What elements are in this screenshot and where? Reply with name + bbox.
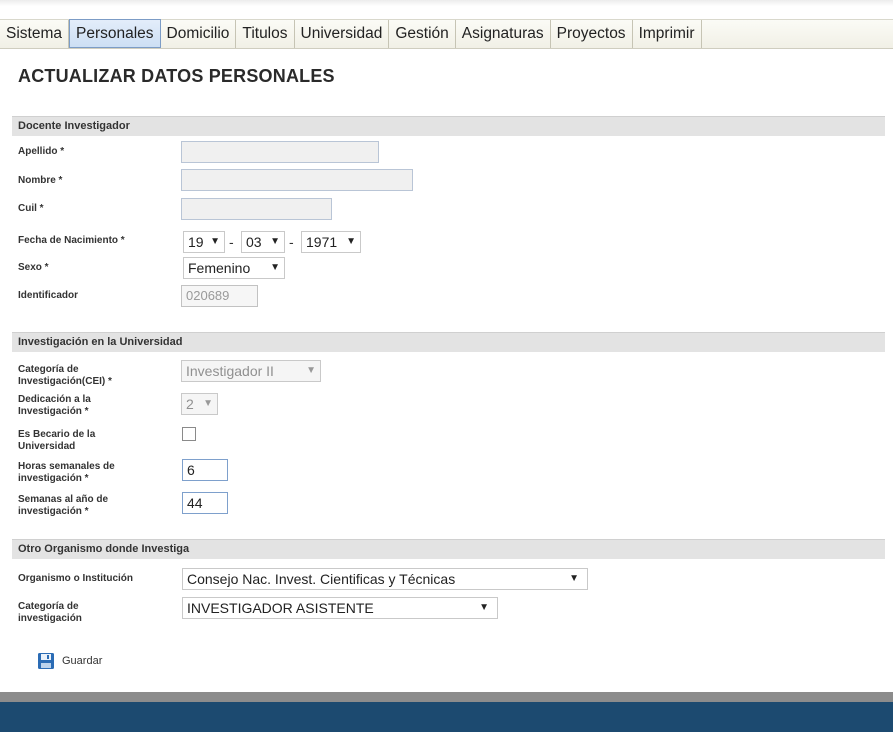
fecha-nacimiento-label: Fecha de Nacimiento * [18,235,125,246]
sexo-value: Femenino [188,260,251,276]
section-header-docente: Docente Investigador [12,116,885,136]
horas-label-line2: investigación * [18,473,89,484]
cuil-label: Cuil * [18,203,44,214]
main-tabbar: Sistema Personales Domicilio Titulos Uni… [0,19,893,49]
tab-imprimir[interactable]: Imprimir [633,20,702,48]
birth-day-value: 19 [188,234,204,250]
semanas-label-line2: investigación * [18,506,89,517]
categoria-cei-value: Investigador II [186,363,274,379]
categoria-investigacion-select[interactable]: INVESTIGADOR ASISTENTE ▼ [182,597,498,619]
dedicacion-label-line2: Investigación * [18,406,89,417]
chevron-down-icon: ▼ [346,236,356,247]
nombre-label: Nombre * [18,175,63,186]
birth-day-select[interactable]: 19 ▼ [183,231,225,253]
birth-month-value: 03 [246,234,262,250]
categoria-cei-label-line2: Investigación(CEI) * [18,376,112,387]
date-separator: - [229,234,234,250]
section-header-universidad: Investigación en la Universidad [12,332,885,352]
organismo-label: Organismo o Institución [18,573,134,584]
categoria-cei-select[interactable]: Investigador II ▼ [181,360,321,382]
categoria-cei-label: Categoría de Investigación(CEI) * [18,364,112,388]
sexo-select[interactable]: Femenino ▼ [183,257,285,279]
categoria-inv-label-line1: Categoría de [18,601,79,612]
top-edge [0,0,893,6]
tab-titulos[interactable]: Titulos [236,20,295,48]
floppy-disk-icon [38,653,54,669]
save-button[interactable]: Guardar [37,651,102,671]
horas-label-line1: Horas semanales de [18,461,115,472]
becario-label-line1: Es Becario de la [18,429,96,440]
tab-asignaturas[interactable]: Asignaturas [456,20,551,48]
becario-label: Es Becario de la Universidad [18,429,95,453]
chevron-down-icon: ▼ [203,398,213,409]
tab-sistema[interactable]: Sistema [0,20,69,48]
horas-semanales-input[interactable]: 6 [182,459,228,481]
section-header-otro-organismo: Otro Organismo donde Investiga [12,539,885,559]
chevron-down-icon: ▼ [270,236,280,247]
save-label: Guardar [62,655,103,667]
becario-checkbox[interactable] [182,427,196,441]
becario-label-line2: Universidad [18,441,76,452]
page-title: ACTUALIZAR DATOS PERSONALES [18,66,335,86]
tab-domicilio[interactable]: Domicilio [161,20,237,48]
organismo-select[interactable]: Consejo Nac. Invest. Cientificas y Técni… [182,568,588,590]
semanas-label-line1: Semanas al año de [18,494,109,505]
footer-bar [0,702,893,732]
date-separator: - [289,234,294,250]
birth-month-select[interactable]: 03 ▼ [241,231,285,253]
chevron-down-icon: ▼ [569,573,579,584]
tab-personales[interactable]: Personales [69,19,161,48]
birth-year-select[interactable]: 1971 ▼ [301,231,361,253]
categoria-inv-label-line2: investigación [18,613,82,624]
tab-proyectos[interactable]: Proyectos [551,20,633,48]
nombre-field[interactable] [181,169,413,191]
categoria-investigacion-value: INVESTIGADOR ASISTENTE [187,600,374,616]
organismo-value: Consejo Nac. Invest. Cientificas y Técni… [187,571,456,587]
chevron-down-icon: ▼ [479,602,489,613]
identificador-label: Identificador [18,290,79,301]
cuil-field[interactable] [181,198,332,220]
identificador-field: 020689 [181,285,258,307]
apellido-label: Apellido * [18,146,65,157]
dedicacion-label-line1: Dedicación a la [18,394,91,405]
horas-semanales-label: Horas semanales de investigación * [18,461,115,485]
sexo-label: Sexo * [18,262,49,273]
semanas-anio-label: Semanas al año de investigación * [18,494,108,518]
tab-universidad[interactable]: Universidad [295,20,390,48]
chevron-down-icon: ▼ [270,262,280,273]
chevron-down-icon: ▼ [306,365,316,376]
semanas-anio-input[interactable]: 44 [182,492,228,514]
birth-year-value: 1971 [306,234,338,250]
tabbar-filler [700,20,893,48]
dedicacion-select[interactable]: 2 ▼ [181,393,218,415]
footer-divider [0,692,893,702]
categoria-cei-label-line1: Categoría de [18,364,79,375]
dedicacion-label: Dedicación a la Investigación * [18,394,91,418]
tab-gestion[interactable]: Gestión [389,20,456,48]
chevron-down-icon: ▼ [210,236,220,247]
apellido-field[interactable] [181,141,379,163]
dedicacion-value: 2 [186,396,194,412]
categoria-investigacion-label: Categoría de investigación [18,601,82,625]
